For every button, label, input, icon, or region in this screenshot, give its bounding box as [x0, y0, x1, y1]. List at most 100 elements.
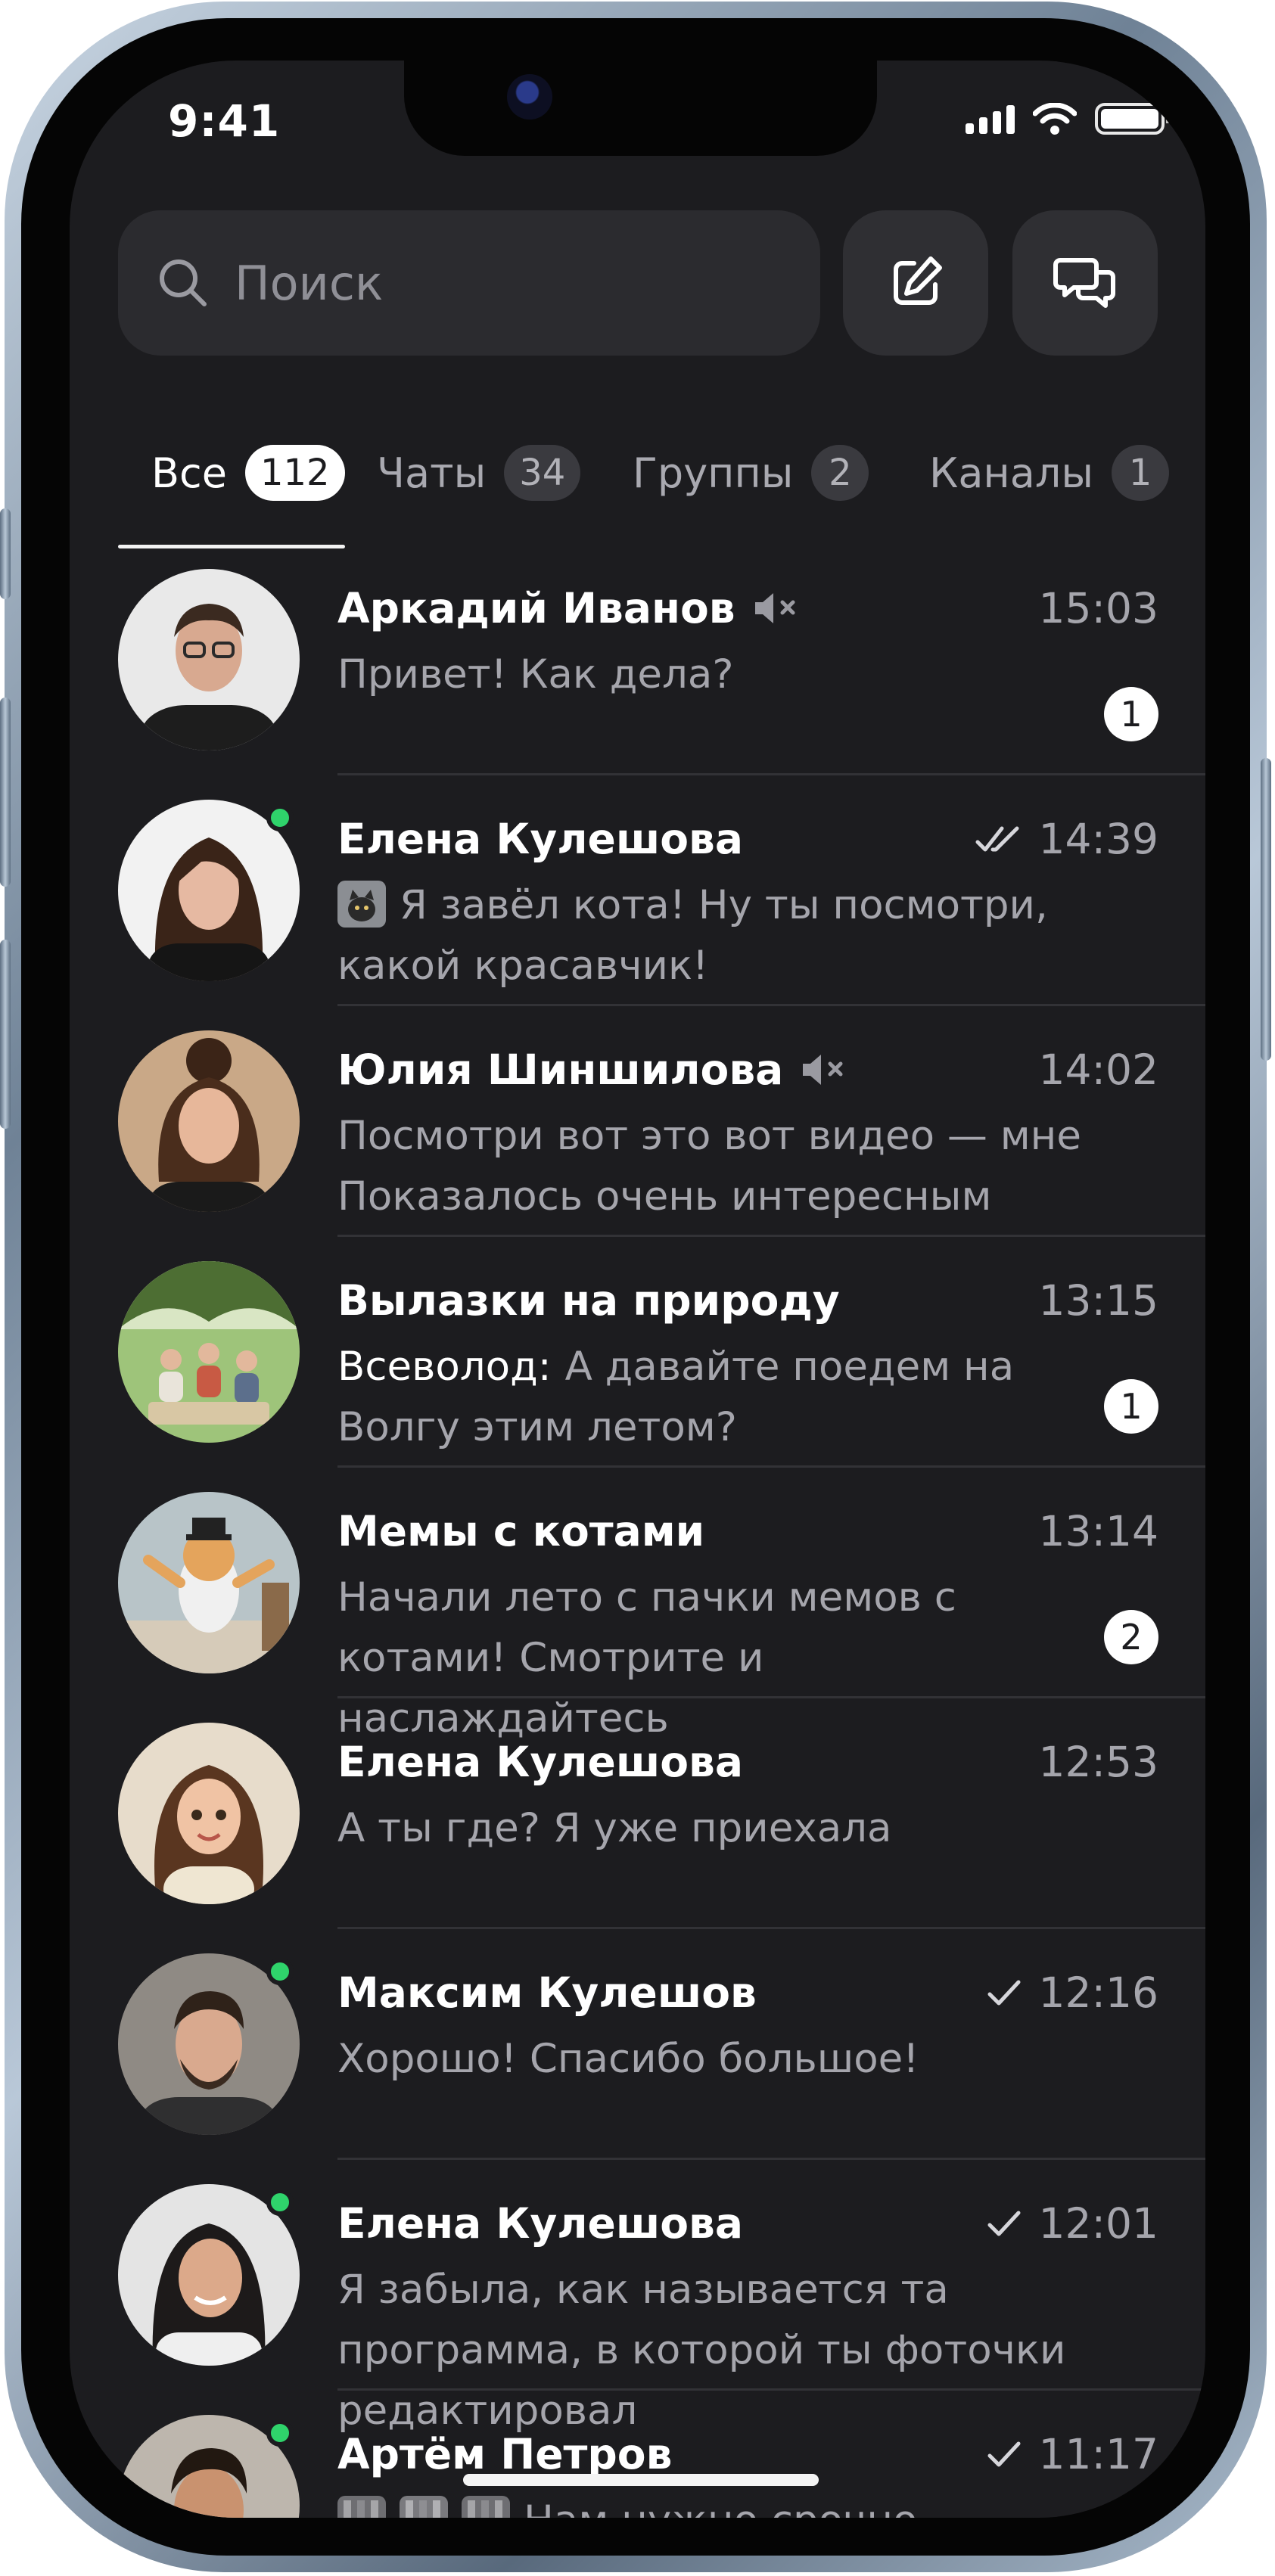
volume-up-button	[0, 698, 11, 887]
photo-thumbnail	[462, 2496, 510, 2518]
chat-name-text: Аркадий Иванов	[337, 584, 735, 632]
chat-time: 14:02	[1038, 1046, 1158, 1094]
chat-preview: Привет! Как дела?	[337, 651, 734, 698]
tab-label: Группы	[633, 449, 794, 497]
chat-time-text: 14:39	[1038, 815, 1158, 863]
chat-bubbles-icon	[1053, 258, 1115, 308]
chat-row[interactable]: Юлия Шиншилова 14:02 Посмотри вот это во…	[70, 1006, 1205, 1237]
chat-name: Елена Кулешова	[337, 1738, 743, 1786]
tab-label: Каналы	[929, 449, 1093, 497]
chat-row[interactable]: Аркадий Иванов 15:03 Привет! Как дела? 1	[70, 545, 1205, 775]
action-button	[0, 508, 11, 599]
online-indicator	[266, 1958, 294, 1985]
double-check-icon	[975, 826, 1019, 852]
tab-label: Все	[151, 449, 227, 497]
compose-icon	[894, 256, 942, 305]
search-input[interactable]: Поиск	[118, 210, 820, 356]
tab-count-badge: 34	[504, 445, 581, 501]
chat-preview: Хорошо! Спасибо большое!	[337, 2036, 919, 2082]
chat-row[interactable]: Елена Кулешова 12:53 А ты где? Я уже при…	[70, 1698, 1205, 1929]
unread-badge: 1	[1104, 687, 1158, 741]
chat-name: Артём Петров	[337, 2430, 672, 2478]
tab-count-badge: 1	[1111, 445, 1169, 501]
tab-count-badge: 2	[811, 445, 869, 501]
chat-name: Юлия Шиншилова	[337, 1046, 847, 1094]
photo-thumbnail	[337, 2496, 386, 2518]
chat-time-text: 12:01	[1038, 2199, 1158, 2248]
search-icon	[160, 259, 207, 306]
check-icon	[987, 2211, 1021, 2236]
chat-row[interactable]: Елена Кулешова 12:01 Я забыла, как назыв…	[70, 2160, 1205, 2434]
photo-thumbnail	[400, 2496, 448, 2518]
chat-name: Елена Кулешова	[337, 2199, 743, 2248]
new-chat-button[interactable]	[1012, 210, 1158, 356]
chat-row[interactable]: Максим Кулешов 12:16 Хорошо! Спасибо бол…	[70, 1929, 1205, 2160]
avatar	[118, 569, 300, 750]
notch	[404, 61, 877, 156]
chat-preview: Посмотри вот это вот видео — мне Показал…	[337, 1113, 1081, 1220]
chat-time: 15:03	[1038, 584, 1158, 632]
check-icon	[987, 1980, 1021, 2006]
online-indicator	[266, 804, 294, 831]
cat-photo-thumbnail	[337, 881, 386, 928]
avatar	[118, 1723, 300, 1904]
compose-button[interactable]	[843, 210, 988, 356]
muted-speaker-icon	[803, 1055, 843, 1085]
wifi-icon	[1033, 103, 1077, 135]
battery-icon	[1095, 103, 1171, 135]
chat-row[interactable]: Вылазки на природу 13:15 Всеволод: А дава…	[70, 1237, 1205, 1468]
chat-time: 12:01	[987, 2199, 1158, 2248]
chat-name-text: Вылазки на природу	[337, 1276, 840, 1325]
power-button	[1261, 758, 1271, 1061]
tab-groups[interactable]: Группы 2	[633, 416, 869, 530]
chat-row[interactable]: Мемы с котами 13:14 Начали лето с пачки …	[70, 1468, 1205, 1742]
chat-row[interactable]: Артём Петров 11:17 Нам нужно срочно	[70, 2391, 1205, 2518]
tab-count-badge: 112	[244, 445, 345, 501]
chat-list: Аркадий Иванов 15:03 Привет! Как дела? 1…	[70, 545, 1205, 2518]
chat-preview-text: Нам нужно срочно	[524, 2497, 917, 2518]
chat-name-text: Мемы с котами	[337, 1507, 705, 1555]
avatar	[118, 1030, 300, 1212]
chat-name: Вылазки на природу	[337, 1276, 840, 1325]
search-placeholder: Поиск	[235, 255, 384, 311]
status-icons	[966, 103, 1171, 135]
volume-down-button	[0, 940, 11, 1129]
chat-name-text: Елена Кулешова	[337, 1738, 743, 1786]
avatar	[118, 1261, 300, 1443]
chat-name-text: Юлия Шиншилова	[337, 1046, 784, 1094]
chat-time: 12:53	[1038, 1738, 1158, 1786]
home-indicator[interactable]	[463, 2474, 819, 2486]
tab-chats[interactable]: Чаты 34	[377, 416, 581, 530]
chat-time-text: 11:17	[1038, 2430, 1158, 2478]
chat-name: Максим Кулешов	[337, 1969, 757, 2017]
chat-time: 13:15	[1038, 1276, 1158, 1325]
online-indicator	[266, 2419, 294, 2447]
chat-name: Елена Кулешова	[337, 815, 743, 863]
screen: 9:41 Поиск Все 112 Чаты 34 Группы 2 Кана…	[70, 61, 1205, 2518]
chat-name-text: Артём Петров	[337, 2430, 673, 2478]
unread-badge: 1	[1104, 1379, 1158, 1434]
front-camera	[507, 74, 552, 120]
status-time: 9:41	[168, 95, 281, 147]
chat-time: 14:39	[975, 815, 1158, 863]
chat-name: Аркадий Иванов	[337, 584, 799, 632]
chat-preview: Я завёл кота! Ну ты посмотри, какой крас…	[337, 875, 1094, 996]
tab-label: Чаты	[377, 449, 487, 497]
chat-time: 12:16	[987, 1969, 1158, 2017]
chat-name: Мемы с котами	[337, 1507, 704, 1555]
chat-row[interactable]: Елена Кулешова 14:39 Я завёл кота! Ну ты…	[70, 775, 1205, 1006]
chat-preview: Нам нужно срочно	[337, 2491, 1094, 2518]
message-sender: Всеволод:	[337, 1344, 552, 1390]
avatar	[118, 1492, 300, 1673]
chat-preview-text: Я завёл кота! Ну ты посмотри, какой крас…	[337, 882, 1048, 989]
chat-time-text: 12:16	[1038, 1969, 1158, 2017]
tab-channels[interactable]: Каналы 1	[929, 416, 1169, 530]
chat-name-text: Елена Кулешова	[337, 2199, 743, 2248]
filter-tabs: Все 112 Чаты 34 Группы 2 Каналы 1	[118, 416, 1205, 542]
chat-preview: А ты где? Я уже приехала	[337, 1805, 892, 1851]
chat-time: 11:17	[987, 2430, 1158, 2478]
muted-speaker-icon	[754, 593, 795, 623]
unread-badge: 2	[1104, 1610, 1158, 1664]
chat-name-text: Елена Кулешова	[337, 815, 743, 863]
tab-all[interactable]: Все 112	[151, 416, 345, 530]
